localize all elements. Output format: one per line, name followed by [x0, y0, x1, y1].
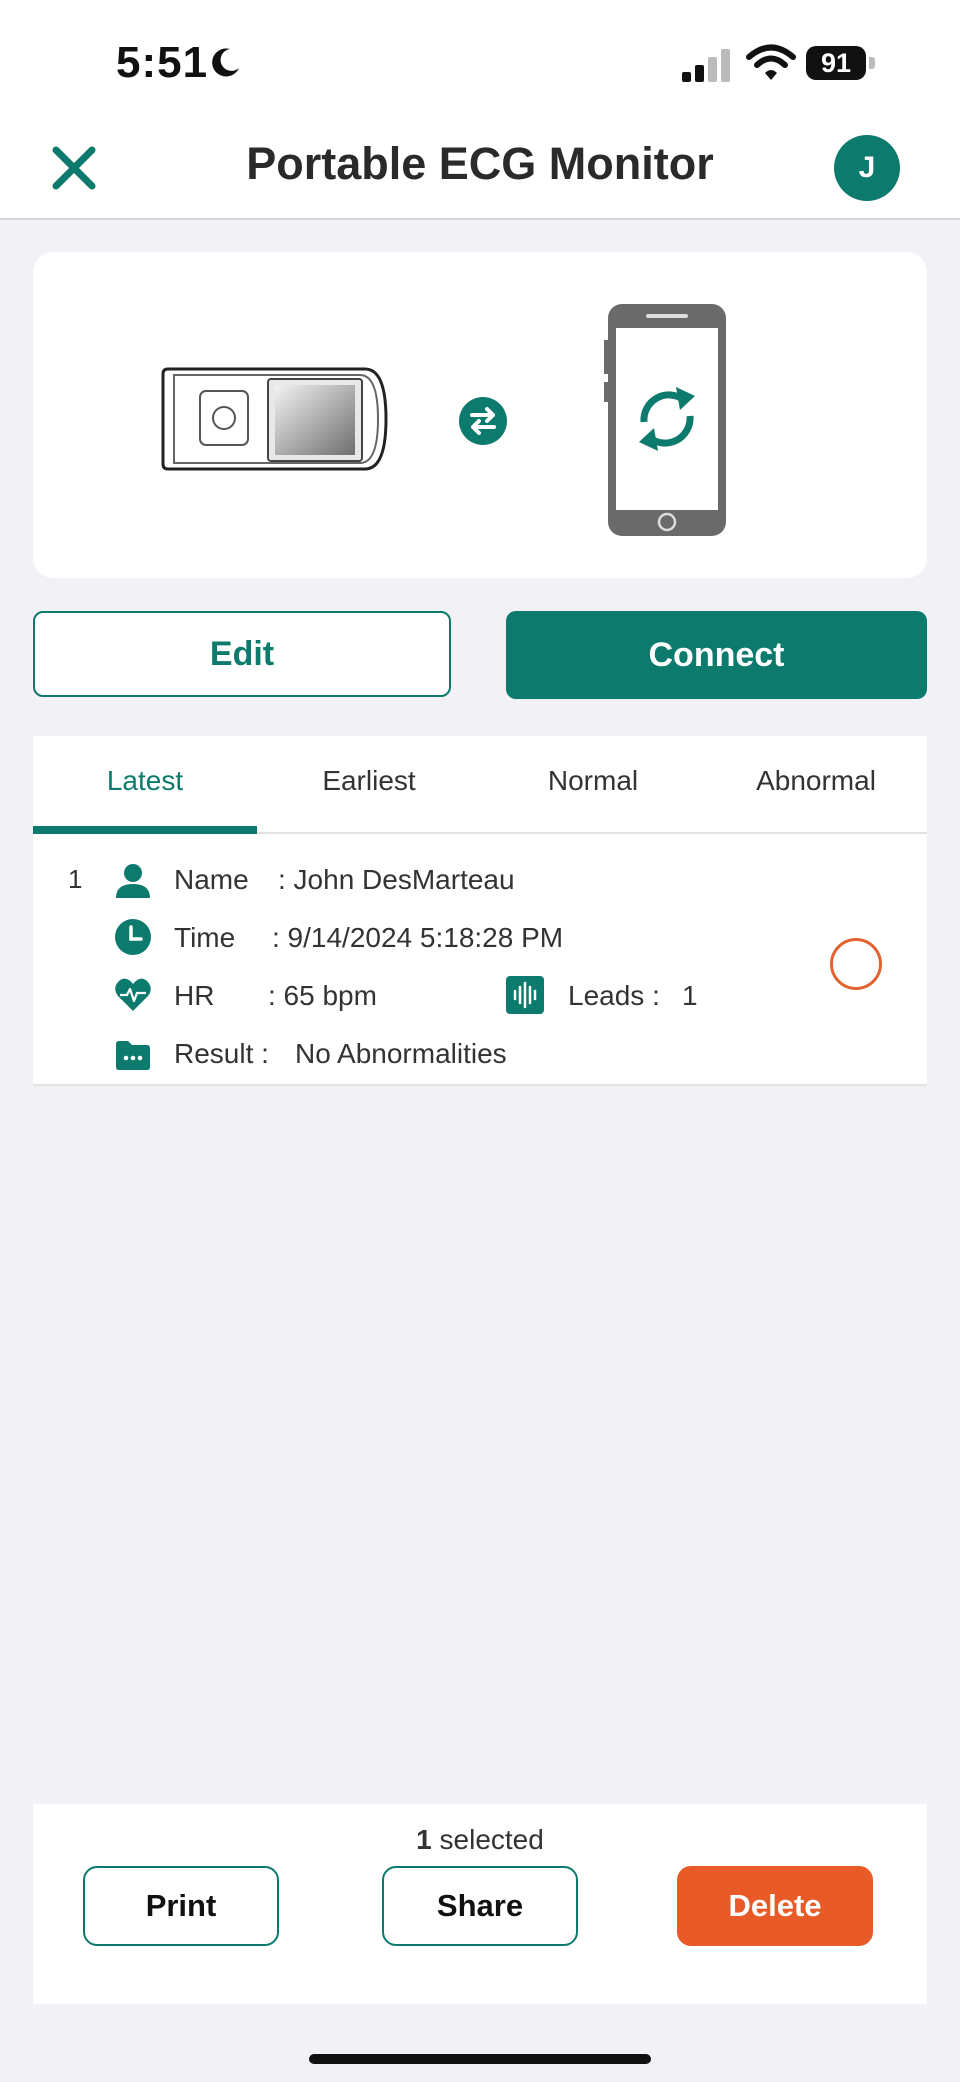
moon-icon: [212, 48, 239, 77]
tab-latest[interactable]: Latest: [33, 736, 257, 834]
wifi-icon: [746, 44, 796, 80]
avatar[interactable]: J: [834, 135, 900, 201]
home-indicator[interactable]: [309, 2054, 651, 2064]
heart-rate-icon: [115, 978, 151, 1011]
battery-indicator: 91: [806, 46, 876, 82]
time-label: Time: [174, 922, 236, 953]
tab-earliest[interactable]: Earliest: [257, 736, 481, 834]
edit-button[interactable]: Edit: [33, 611, 451, 697]
status-time: 5:51: [116, 38, 209, 87]
print-button[interactable]: Print: [83, 1866, 279, 1946]
clock-icon: [115, 919, 151, 955]
folder-icon: [116, 1041, 150, 1070]
hr-label: HR: [174, 980, 215, 1011]
hr-value: : 65 bpm: [268, 980, 377, 1011]
person-icon: [116, 864, 150, 898]
active-tab-indicator: [33, 826, 257, 834]
tab-normal[interactable]: Normal: [481, 736, 705, 834]
result-label: Result :: [174, 1038, 269, 1069]
ecg-device-icon: [161, 367, 388, 471]
battery-level: 91: [820, 48, 852, 78]
name-label: Name: [174, 864, 249, 895]
record-select-radio[interactable]: [830, 938, 882, 990]
page-title: Portable ECG Monitor: [246, 138, 714, 189]
selected-count: 1: [416, 1824, 432, 1855]
tab-abnormal[interactable]: Abnormal: [705, 736, 927, 834]
selected-text: selected: [439, 1824, 544, 1855]
leads-label: Leads :: [568, 980, 660, 1011]
filter-tabs: Latest Earliest Normal Abnormal: [33, 736, 927, 834]
leads-icon: [506, 976, 544, 1014]
share-button[interactable]: Share: [382, 1866, 578, 1946]
result-value: No Abnormalities: [295, 1038, 507, 1069]
selection-count: 1 selected: [33, 1824, 927, 1856]
record-index: 1: [68, 864, 83, 894]
phone-sync-icon: [604, 304, 726, 536]
delete-button[interactable]: Delete: [677, 1866, 873, 1946]
sync-swap-icon: [459, 397, 507, 445]
time-value: : 9/14/2024 5:18:28 PM: [272, 922, 564, 953]
connect-button[interactable]: Connect: [506, 611, 927, 699]
close-icon[interactable]: [48, 142, 100, 194]
name-value: : John DesMarteau: [278, 864, 515, 895]
cellular-signal-icon: [682, 49, 730, 82]
leads-value: 1: [682, 980, 698, 1011]
